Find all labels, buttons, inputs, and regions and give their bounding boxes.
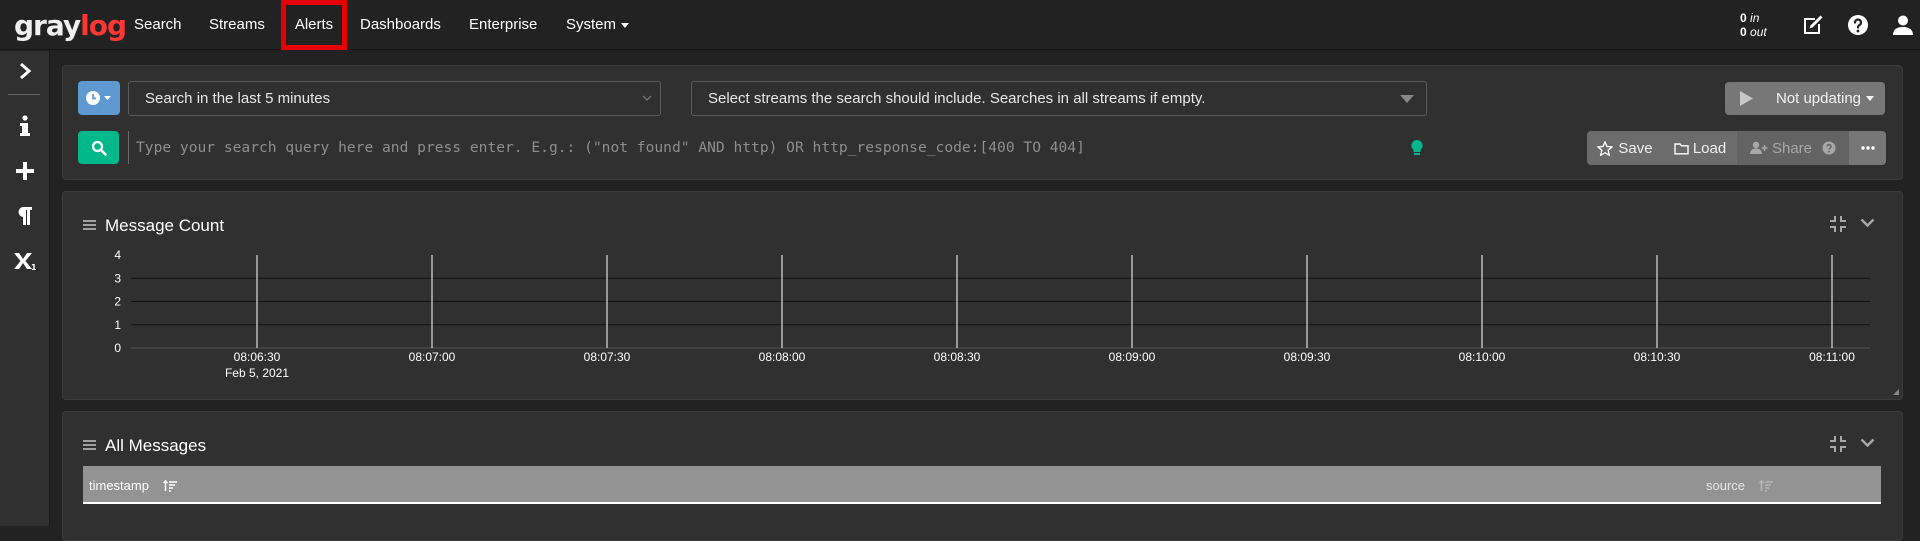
y-tick-label: 2 [114,295,121,309]
x-tick-label: 08:06:30 [234,350,281,364]
sort-icon[interactable] [1758,479,1773,492]
x-tick-label: 08:07:30 [584,350,631,364]
x-tick-label: 08:11:00 [1809,350,1855,364]
sort-icon[interactable] [162,479,177,492]
y-tick-label: 4 [114,248,121,262]
messages-table-header: timestamp source [83,466,1881,504]
drag-handle-icon[interactable] [83,440,96,451]
x-tick-label: 08:07:00 [409,350,456,364]
column-header-timestamp[interactable]: timestamp [89,478,177,493]
x-tick-label: 08:10:00 [1459,350,1506,364]
message-count-chart: 0 1 2 3 4 08:06:30 08:07:00 08:07:30 08:08:00 08:… [114,248,1870,380]
x-tick-label: 08:10:30 [1634,350,1681,364]
compress-icon[interactable] [1830,436,1846,452]
x-tick-label: 08:08:30 [934,350,981,364]
x-tick-label: 08:09:30 [1284,350,1331,364]
y-tick-label: 1 [114,318,121,332]
x-tick-label: 08:08:00 [759,350,806,364]
chevron-down-icon[interactable] [1860,438,1875,448]
y-tick-label: 0 [114,341,121,355]
column-label: timestamp [89,478,149,493]
column-label: source [1706,478,1746,493]
column-header-source[interactable]: source [1706,478,1773,493]
y-tick-label: 3 [114,271,121,285]
widget-title: All Messages [105,436,207,455]
x-tick-label: 08:09:00 [1109,350,1156,364]
x-date-label: Feb 5, 2021 [225,366,289,380]
